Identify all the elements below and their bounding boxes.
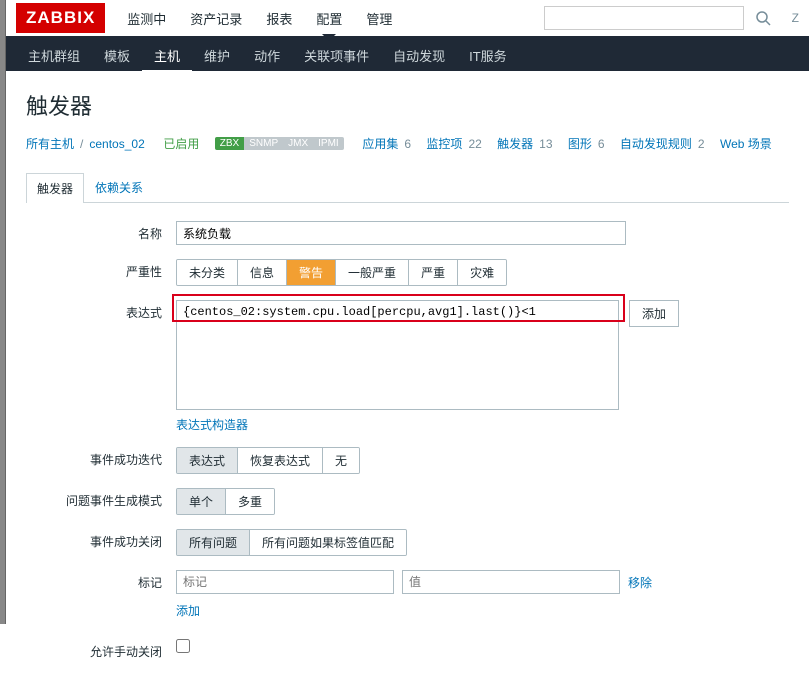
bc-enabled: 已启用 (163, 135, 199, 152)
row-event-gen: 事件成功迭代 表达式 恢复表达式 无 (26, 447, 789, 474)
name-input[interactable] (176, 221, 626, 245)
nav-tabs: 触发器 依赖关系 (26, 172, 789, 203)
ok-close-segmented: 所有问题 所有问题如果标签值匹配 (176, 529, 407, 556)
bc-sep: / (80, 137, 83, 151)
tab-dependencies[interactable]: 依赖关系 (84, 172, 154, 202)
tag-name-input[interactable] (176, 570, 394, 594)
bc-graphs-count: 6 (598, 137, 605, 151)
row-manual-close: 允许手动关闭 (26, 639, 789, 660)
bc-triggers[interactable]: 触发器 (497, 135, 533, 152)
bc-items[interactable]: 监控项 (426, 135, 462, 152)
event-gen-recovery[interactable]: 恢复表达式 (238, 448, 323, 473)
event-gen-segmented: 表达式 恢复表达式 无 (176, 447, 360, 474)
problem-mode-segmented: 单个 多重 (176, 488, 275, 515)
sub-nav-hostgroups[interactable]: 主机群组 (16, 38, 92, 73)
sub-nav-correlation[interactable]: 关联项事件 (292, 38, 381, 73)
search-input[interactable] (544, 6, 744, 30)
top-menu-reports[interactable]: 报表 (254, 0, 304, 38)
logo: ZABBIX (16, 3, 105, 33)
bc-graphs[interactable]: 图形 (568, 135, 592, 152)
tab-trigger[interactable]: 触发器 (26, 173, 84, 203)
row-expression: 表达式 添加 表达式构造器 (26, 300, 789, 433)
severity-disaster[interactable]: 灾难 (458, 260, 506, 285)
expression-textarea[interactable] (176, 300, 619, 410)
page-title: 触发器 (26, 89, 789, 121)
severity-warning[interactable]: 警告 (287, 260, 336, 285)
severity-average[interactable]: 一般严重 (336, 260, 409, 285)
sub-nav-discovery[interactable]: 自动发现 (381, 38, 457, 73)
bc-items-count: 22 (468, 137, 481, 151)
top-menu-monitoring[interactable]: 监测中 (115, 0, 178, 38)
breadcrumb: 所有主机 / centos_02 已启用 ZBX SNMP JMX IPMI 应… (26, 135, 789, 156)
ok-close-all[interactable]: 所有问题 (177, 530, 250, 555)
ok-close-label: 事件成功关闭 (26, 529, 176, 550)
bc-ldd-count: 2 (698, 137, 705, 151)
bc-tags: ZBX SNMP JMX IPMI (215, 137, 344, 150)
tag-zbx: ZBX (215, 137, 244, 150)
search-wrap: Z (544, 6, 799, 30)
problem-mode-multiple[interactable]: 多重 (226, 489, 274, 514)
row-problem-mode: 问题事件生成模式 单个 多重 (26, 488, 789, 515)
severity-label: 严重性 (26, 259, 176, 280)
severity-segmented: 未分类 信息 警告 一般严重 严重 灾难 (176, 259, 507, 286)
severity-info[interactable]: 信息 (238, 260, 287, 285)
row-tags: 标记 移除 添加 (26, 570, 789, 619)
event-gen-label: 事件成功迭代 (26, 447, 176, 468)
bc-host[interactable]: centos_02 (89, 137, 144, 151)
tag-ipmi: IPMI (313, 137, 344, 150)
tag-row: 移除 (176, 570, 789, 594)
manual-close-checkbox[interactable] (176, 639, 190, 653)
top-bar: ZABBIX 监测中 资产记录 报表 配置 管理 Z (6, 0, 809, 39)
sub-nav-actions[interactable]: 动作 (242, 38, 292, 73)
add-expression-button[interactable]: 添加 (629, 300, 679, 327)
top-menu-administration[interactable]: 管理 (354, 0, 404, 38)
tag-jmx: JMX (283, 137, 313, 150)
tag-add-link[interactable]: 添加 (176, 604, 200, 618)
severity-high[interactable]: 严重 (409, 260, 458, 285)
search-icon[interactable] (752, 7, 774, 29)
tags-label: 标记 (26, 570, 176, 591)
problem-mode-single[interactable]: 单个 (177, 489, 226, 514)
expression-label: 表达式 (26, 300, 176, 321)
bc-web[interactable]: Web 场景 (720, 135, 772, 152)
manual-close-label: 允许手动关闭 (26, 639, 176, 660)
tag-value-input[interactable] (402, 570, 620, 594)
app-container: ZABBIX 监测中 资产记录 报表 配置 管理 Z 主机群组 模板 主机 维护… (6, 0, 809, 684)
row-name: 名称 (26, 221, 789, 245)
page-content: 触发器 所有主机 / centos_02 已启用 ZBX SNMP JMX IP… (6, 71, 809, 684)
event-gen-none[interactable]: 无 (323, 448, 359, 473)
bc-all-hosts[interactable]: 所有主机 (26, 135, 74, 152)
bc-applications-count: 6 (404, 137, 411, 151)
severity-unclassified[interactable]: 未分类 (177, 260, 238, 285)
bc-triggers-count: 13 (539, 137, 552, 151)
z-char: Z (792, 11, 799, 25)
sub-nav-maintenance[interactable]: 维护 (192, 38, 242, 73)
row-ok-close: 事件成功关闭 所有问题 所有问题如果标签值匹配 (26, 529, 789, 556)
left-rail (0, 0, 6, 624)
event-gen-expression[interactable]: 表达式 (177, 448, 238, 473)
tag-snmp: SNMP (244, 137, 283, 150)
problem-mode-label: 问题事件生成模式 (26, 488, 176, 509)
tag-remove-link[interactable]: 移除 (628, 574, 652, 591)
sub-nav-templates[interactable]: 模板 (92, 38, 142, 73)
sub-nav: 主机群组 模板 主机 维护 动作 关联项事件 自动发现 IT服务 (6, 39, 809, 71)
expression-builder-link[interactable]: 表达式构造器 (176, 418, 248, 432)
ok-close-tagmatch[interactable]: 所有问题如果标签值匹配 (250, 530, 406, 555)
sub-nav-itservices[interactable]: IT服务 (457, 38, 519, 73)
row-severity: 严重性 未分类 信息 警告 一般严重 严重 灾难 (26, 259, 789, 286)
top-menu-configuration[interactable]: 配置 (304, 0, 354, 38)
top-menu-inventory[interactable]: 资产记录 (178, 0, 254, 38)
bc-ldd[interactable]: 自动发现规则 (620, 135, 692, 152)
name-label: 名称 (26, 221, 176, 242)
sub-nav-hosts[interactable]: 主机 (142, 38, 192, 73)
top-menu: 监测中 资产记录 报表 配置 管理 (115, 0, 404, 38)
bc-applications[interactable]: 应用集 (362, 135, 398, 152)
